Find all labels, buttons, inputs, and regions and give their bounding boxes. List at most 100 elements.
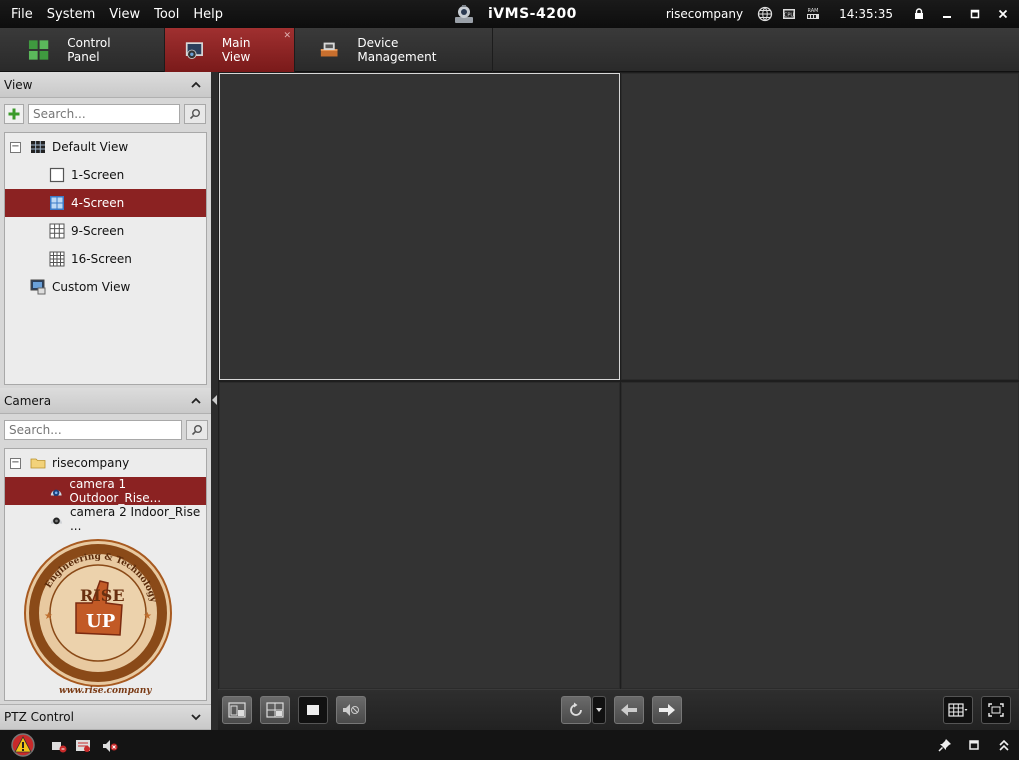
arrow-left-icon — [621, 704, 637, 716]
minimize-button[interactable] — [937, 5, 957, 23]
stop-all-button[interactable] — [298, 696, 328, 724]
ram-icon[interactable]: RAM — [805, 6, 821, 22]
tab-device-management[interactable]: Device Management — [295, 28, 493, 72]
auto-switch-dropdown[interactable] — [592, 696, 606, 724]
tree-item-1-screen[interactable]: 1-Screen — [5, 161, 206, 189]
expand-down-icon[interactable] — [191, 712, 201, 722]
tree-item-default-view[interactable]: − Default View — [5, 133, 206, 161]
tree-item-label: 16-Screen — [71, 252, 132, 266]
sixteen-screen-icon — [49, 251, 65, 267]
view-panel-title: View — [4, 77, 33, 92]
close-icon — [998, 9, 1008, 19]
fullscreen-button[interactable] — [981, 696, 1011, 724]
auto-switch-button[interactable] — [561, 696, 591, 724]
live-view-grid — [218, 72, 1019, 689]
arrow-right-icon — [659, 704, 675, 716]
camera-icon — [50, 489, 62, 497]
tree-item-label: Custom View — [52, 280, 131, 294]
window-division-button[interactable] — [943, 696, 973, 724]
panel-splitter[interactable] — [211, 72, 218, 730]
ptz-panel-header[interactable]: PTZ Control — [0, 704, 211, 730]
app-title: iVMS-4200 — [488, 6, 577, 22]
tree-item-label: 1-Screen — [71, 168, 125, 182]
tree-item-risecompany[interactable]: − risecompany — [5, 449, 206, 477]
tree-item-9-screen[interactable]: 9-Screen — [5, 217, 206, 245]
view-search-input[interactable] — [28, 104, 180, 124]
cpu-icon[interactable]: CPU — [781, 6, 797, 22]
current-user: risecompany — [665, 7, 744, 21]
view-search-button[interactable] — [184, 104, 206, 124]
tree-item-4-screen[interactable]: 4-Screen — [5, 189, 206, 217]
four-screen-icon — [50, 196, 64, 210]
title-right-info: risecompany CPU RAM 14:35:35 — [666, 0, 1019, 28]
double-chevron-up-icon[interactable] — [999, 739, 1009, 751]
menu-tool[interactable]: Tool — [147, 7, 186, 22]
tab-close-icon[interactable]: ✕ — [283, 31, 291, 41]
add-view-button[interactable] — [4, 104, 24, 124]
tree-item-label: 4-Screen — [71, 196, 125, 210]
menu-view[interactable]: View — [102, 7, 147, 22]
tree-item-16-screen[interactable]: 16-Screen — [5, 245, 206, 273]
alarm-warning-icon[interactable] — [10, 733, 36, 757]
tab-main-view[interactable]: Main View ✕ — [165, 28, 295, 72]
camera-panel-header[interactable]: Camera — [0, 388, 211, 414]
camera-icon — [50, 517, 63, 525]
tree-item-label: 9-Screen — [71, 224, 125, 238]
collapse-up-icon[interactable] — [191, 80, 201, 90]
lock-icon — [915, 8, 923, 19]
camera-search-row — [0, 415, 211, 445]
collapse-icon[interactable]: − — [10, 141, 21, 153]
logo-text-up: UP — [86, 611, 116, 632]
camera-search-input[interactable] — [4, 420, 182, 440]
main-menu: File System View Tool Help — [0, 7, 230, 22]
maximize-button[interactable] — [965, 5, 985, 23]
search-icon — [191, 425, 202, 436]
view-tree: − Default View 1-Screen 4-Screen 9-Scree… — [4, 132, 207, 385]
tab-label: Device Management — [357, 36, 437, 64]
tab-control-panel[interactable]: Control Panel — [0, 28, 165, 72]
folder-icon — [30, 458, 46, 469]
mute-button[interactable] — [336, 696, 366, 724]
video-pane-4[interactable] — [621, 382, 1019, 689]
collapse-icon[interactable]: − — [10, 457, 21, 469]
tab-label: Main View — [221, 36, 251, 64]
custom-view-icon — [30, 279, 46, 295]
logo-star-left: ★ — [44, 611, 53, 622]
menu-file[interactable]: File — [4, 7, 40, 22]
capture-button[interactable] — [222, 696, 252, 724]
collapse-up-icon[interactable] — [191, 396, 201, 406]
lock-button[interactable] — [909, 5, 929, 23]
control-panel-icon — [28, 40, 49, 60]
tree-item-label: camera 1 Outdoor_Rise... — [69, 477, 162, 505]
event-list-icon[interactable] — [75, 739, 91, 753]
capture-icon — [228, 702, 246, 718]
audio-alarm-mute-icon[interactable] — [102, 739, 118, 753]
tree-item-camera-2[interactable]: camera 2 Indoor_Rise ... — [5, 505, 206, 533]
nine-screen-icon — [49, 223, 65, 239]
tree-item-custom-view[interactable]: Custom View — [5, 273, 206, 301]
ptz-panel-title: PTZ Control — [4, 710, 74, 724]
alarm-sound-off-icon[interactable] — [51, 739, 67, 753]
camera-search-button[interactable] — [186, 420, 208, 440]
menu-help[interactable]: Help — [186, 7, 230, 22]
layout-button[interactable] — [260, 696, 290, 724]
video-pane-3[interactable] — [219, 382, 620, 689]
video-pane-2[interactable] — [621, 73, 1019, 380]
refresh-icon — [570, 702, 582, 716]
pin-icon[interactable] — [938, 738, 952, 752]
view-panel-header[interactable]: View — [0, 72, 211, 98]
fullscreen-icon — [988, 703, 1004, 717]
view-search-row — [0, 99, 211, 129]
device-management-icon — [320, 42, 338, 57]
restore-window-icon[interactable] — [969, 740, 979, 750]
network-icon[interactable] — [757, 6, 773, 22]
video-pane-1[interactable] — [219, 73, 620, 380]
previous-button[interactable] — [614, 696, 644, 724]
next-button[interactable] — [652, 696, 682, 724]
menu-bar: File System View Tool Help iVMS-4200 ris… — [0, 0, 1019, 28]
speaker-mute-icon — [343, 704, 359, 716]
menu-system[interactable]: System — [40, 7, 102, 22]
tree-item-camera-1[interactable]: camera 1 Outdoor_Rise... — [5, 477, 206, 505]
close-button[interactable] — [993, 5, 1013, 23]
search-icon — [189, 109, 200, 120]
